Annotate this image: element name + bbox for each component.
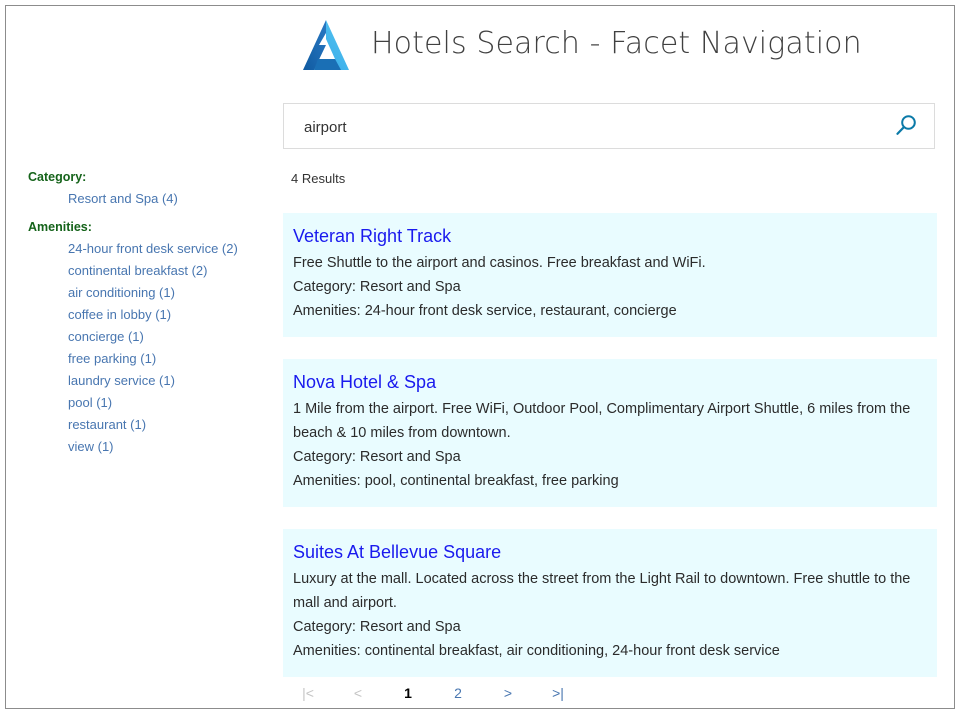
- search-icon: [893, 127, 919, 142]
- table-row[interactable]: Suites At Bellevue Square Luxury at the …: [283, 529, 937, 677]
- list-item: concierge (1): [6, 326, 278, 348]
- list-item: free parking (1): [6, 348, 278, 370]
- result-amenities: Amenities: continental breakfast, air co…: [293, 639, 927, 663]
- list-item: 24-hour front desk service (2): [6, 238, 278, 260]
- table-row[interactable]: Veteran Right Track Free Shuttle to the …: [283, 213, 937, 337]
- facet-link-laundry-service[interactable]: laundry service (1): [68, 373, 175, 388]
- list-item: continental breakfast (2): [6, 260, 278, 282]
- result-title-link[interactable]: Nova Hotel & Spa: [293, 369, 927, 395]
- facet-list-amenities: 24-hour front desk service (2) continent…: [6, 238, 278, 462]
- page-header: Hotels Search - Facet Navigation: [6, 6, 954, 94]
- facet-link-concierge[interactable]: concierge (1): [68, 329, 144, 344]
- pagination-first: |<: [283, 685, 333, 701]
- facet-header-category: Category:: [6, 166, 278, 188]
- app-window: Hotels Search - Facet Navigation Categor…: [5, 5, 955, 709]
- pagination: |< < 1 2 > >|: [283, 678, 937, 708]
- result-title-link[interactable]: Veteran Right Track: [293, 223, 927, 249]
- list-item: pool (1): [6, 392, 278, 414]
- facet-link-continental-breakfast[interactable]: continental breakfast (2): [68, 263, 207, 278]
- result-category: Category: Resort and Spa: [293, 615, 927, 639]
- azure-logo-icon: [295, 15, 357, 77]
- facet-link-air-conditioning[interactable]: air conditioning (1): [68, 285, 175, 300]
- facet-link-restaurant[interactable]: restaurant (1): [68, 417, 146, 432]
- list-item: view (1): [6, 436, 278, 458]
- result-count: 4 Results: [283, 166, 937, 191]
- result-description: 1 Mile from the airport. Free WiFi, Outd…: [293, 395, 927, 445]
- result-description: Luxury at the mall. Located across the s…: [293, 565, 927, 615]
- search-bar[interactable]: [283, 103, 935, 149]
- search-input[interactable]: [302, 104, 866, 150]
- facet-group-amenities: Amenities: 24-hour front desk service (2…: [6, 216, 278, 462]
- table-row[interactable]: Nova Hotel & Spa 1 Mile from the airport…: [283, 359, 937, 507]
- pagination-page-2[interactable]: 2: [433, 685, 483, 701]
- search-button[interactable]: [892, 113, 920, 141]
- pagination-next[interactable]: >: [483, 685, 533, 701]
- result-category: Category: Resort and Spa: [293, 445, 927, 469]
- page-title: Hotels Search - Facet Navigation: [371, 26, 862, 61]
- facet-list-category: Resort and Spa (4): [6, 188, 278, 214]
- list-item: Resort and Spa (4): [6, 188, 278, 210]
- facet-sidebar: Category: Resort and Spa (4) Amenities: …: [6, 166, 278, 464]
- pagination-page-1: 1: [383, 685, 433, 701]
- result-category: Category: Resort and Spa: [293, 275, 927, 299]
- result-amenities: Amenities: pool, continental breakfast, …: [293, 469, 927, 493]
- facet-link-view[interactable]: view (1): [68, 439, 114, 454]
- result-description: Free Shuttle to the airport and casinos.…: [293, 249, 927, 275]
- result-title-link[interactable]: Suites At Bellevue Square: [293, 539, 927, 565]
- list-item: air conditioning (1): [6, 282, 278, 304]
- list-item: coffee in lobby (1): [6, 304, 278, 326]
- facet-link-24-hour-front-desk-service[interactable]: 24-hour front desk service (2): [68, 241, 238, 256]
- result-amenities: Amenities: 24-hour front desk service, r…: [293, 299, 927, 323]
- pagination-last[interactable]: >|: [533, 685, 583, 701]
- pagination-prev: <: [333, 685, 383, 701]
- facet-link-resort-and-spa[interactable]: Resort and Spa (4): [68, 191, 178, 206]
- facet-group-category: Category: Resort and Spa (4): [6, 166, 278, 214]
- list-item: restaurant (1): [6, 414, 278, 436]
- list-item: laundry service (1): [6, 370, 278, 392]
- facet-link-pool[interactable]: pool (1): [68, 395, 112, 410]
- facet-header-amenities: Amenities:: [6, 216, 278, 238]
- facet-link-coffee-in-lobby[interactable]: coffee in lobby (1): [68, 307, 171, 322]
- facet-link-free-parking[interactable]: free parking (1): [68, 351, 156, 366]
- results-panel: 4 Results Veteran Right Track Free Shutt…: [283, 166, 937, 677]
